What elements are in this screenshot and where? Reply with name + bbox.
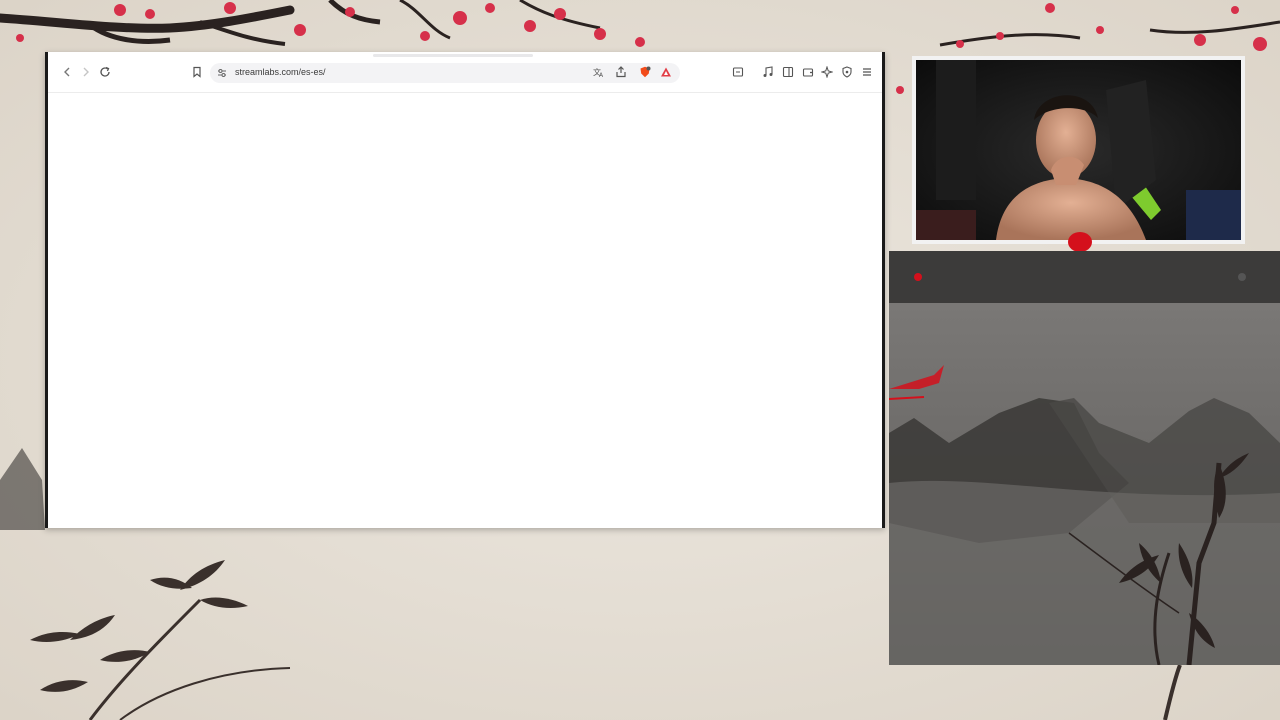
sidebar-icon[interactable] bbox=[781, 65, 795, 79]
chevron-left-icon[interactable] bbox=[60, 65, 74, 79]
browser-window: streamlabs.com/es-es/ 文A bbox=[45, 52, 885, 528]
share-icon[interactable] bbox=[614, 65, 628, 79]
chat-overlay-panel bbox=[889, 251, 1280, 665]
webcam-frame bbox=[912, 56, 1245, 244]
chevron-right-icon[interactable] bbox=[79, 65, 93, 79]
address-bar[interactable]: streamlabs.com/es-es/ bbox=[210, 63, 680, 83]
record-indicator bbox=[914, 273, 922, 281]
brave-rewards-icon[interactable] bbox=[659, 65, 673, 79]
reload-icon[interactable] bbox=[98, 65, 112, 79]
svg-text:A: A bbox=[599, 72, 604, 78]
tune-icon[interactable] bbox=[216, 67, 228, 79]
brave-shield-icon[interactable] bbox=[638, 65, 652, 79]
ink-mountain-painting bbox=[889, 303, 1280, 665]
browser-toolbar: streamlabs.com/es-es/ 文A bbox=[48, 52, 882, 93]
webcam-red-accent bbox=[1068, 232, 1092, 252]
bookmark-icon[interactable] bbox=[190, 65, 204, 79]
webcam-scene bbox=[916, 60, 1241, 240]
url-text: streamlabs.com/es-es/ bbox=[235, 67, 326, 77]
wallet-icon[interactable] bbox=[801, 65, 815, 79]
webcam-feed bbox=[916, 60, 1241, 240]
chat-panel-header bbox=[889, 251, 1280, 303]
cast-icon[interactable] bbox=[731, 65, 745, 79]
page-content-blank[interactable] bbox=[48, 93, 882, 528]
window-drag-handle[interactable] bbox=[373, 54, 533, 57]
hamburger-menu-icon[interactable] bbox=[860, 65, 874, 79]
status-dot bbox=[1238, 273, 1246, 281]
sparkle-icon[interactable] bbox=[820, 65, 834, 79]
vpn-shield-icon[interactable] bbox=[840, 65, 854, 79]
music-note-icon[interactable] bbox=[761, 65, 775, 79]
translate-icon[interactable]: 文A bbox=[592, 65, 606, 79]
